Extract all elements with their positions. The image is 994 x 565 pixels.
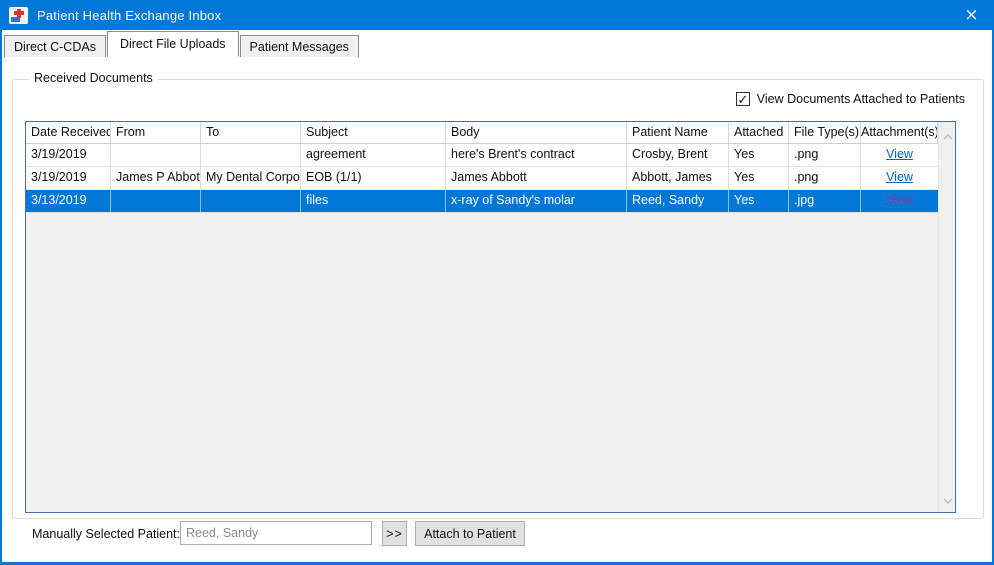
table-row[interactable]: 3/19/2019 agreement here's Brent's contr… [26,144,938,167]
tab-direct-file-uploads[interactable]: Direct File Uploads [107,31,239,57]
chevron-up-icon[interactable] [939,128,956,145]
column-header-patient-name[interactable]: Patient Name [627,122,729,143]
column-header-from[interactable]: From [111,122,201,143]
received-documents-group: Received Documents ✓ View Documents Atta… [12,79,984,519]
table-scrollbar[interactable] [938,122,955,512]
table-row[interactable]: 3/13/2019 files x-ray of Sandy's molar R… [26,190,938,213]
table-header-row: Date Received From To Subject Body Patie… [26,122,938,144]
attached-filter-label: View Documents Attached to Patients [757,92,965,106]
cell-attached: Yes [729,167,789,189]
cell-to: My Dental Corpo [201,167,301,189]
cell-body: here's Brent's contract [446,144,627,166]
cell-body: James Abbott [446,167,627,189]
cell-attached: Yes [729,190,789,212]
cell-patient-name: Crosby, Brent [627,144,729,166]
cell-to [201,190,301,212]
manually-selected-patient-label: Manually Selected Patient: [32,527,180,541]
column-header-subject[interactable]: Subject [301,122,446,143]
received-documents-table: Date Received From To Subject Body Patie… [25,121,956,513]
close-icon[interactable]: × [949,0,994,30]
table-row[interactable]: 3/19/2019 James P Abbott ( My Dental Cor… [26,167,938,190]
column-header-to[interactable]: To [201,122,301,143]
titlebar: Patient Health Exchange Inbox × [0,0,994,30]
cell-file-types: .png [789,144,861,166]
cell-subject: EOB (1/1) [301,167,446,189]
tab-direct-c-cdas[interactable]: Direct C-CDAs [4,35,106,57]
cell-patient-name: Abbott, James [627,167,729,189]
tab-strip: Direct C-CDAs Direct File Uploads Patien… [2,30,992,57]
group-title: Received Documents [29,71,158,85]
cell-date-received: 3/13/2019 [26,190,111,212]
column-header-body[interactable]: Body [446,122,627,143]
cell-attachments: View [861,144,938,166]
view-attachment-link[interactable]: View [886,193,913,207]
cell-attached: Yes [729,144,789,166]
attach-to-patient-button[interactable]: Attach to Patient [415,521,525,546]
health-exchange-app-icon [9,7,28,24]
cell-to [201,144,301,166]
column-header-attached[interactable]: Attached [729,122,789,143]
attached-filter-checkbox[interactable]: ✓ [736,92,750,106]
cell-from [111,144,201,166]
patient-health-exchange-window: Patient Health Exchange Inbox × Direct C… [0,0,994,565]
cell-file-types: .jpg [789,190,861,212]
cell-patient-name: Reed, Sandy [627,190,729,212]
view-attachment-link[interactable]: View [886,170,913,184]
manually-selected-patient-input[interactable] [180,521,372,545]
cell-attachments: View [861,167,938,189]
cell-file-types: .png [789,167,861,189]
cell-body: x-ray of Sandy's molar [446,190,627,212]
transfer-patient-button[interactable]: >> [382,521,407,546]
cell-date-received: 3/19/2019 [26,144,111,166]
cell-from: James P Abbott ( [111,167,201,189]
tab-patient-messages[interactable]: Patient Messages [240,35,359,57]
cell-date-received: 3/19/2019 [26,167,111,189]
column-header-file-types[interactable]: File Type(s) [789,122,861,143]
cell-attachments: View [861,190,938,212]
chevron-down-icon[interactable] [939,492,956,509]
cell-from [111,190,201,212]
column-header-attachments[interactable]: Attachment(s) [861,122,938,143]
cell-subject: files [301,190,446,212]
window-title: Patient Health Exchange Inbox [37,8,221,23]
view-attachment-link[interactable]: View [886,147,913,161]
column-header-date-received[interactable]: Date Received [26,122,111,143]
cell-subject: agreement [301,144,446,166]
view-attached-filter[interactable]: ✓ View Documents Attached to Patients [736,92,965,106]
